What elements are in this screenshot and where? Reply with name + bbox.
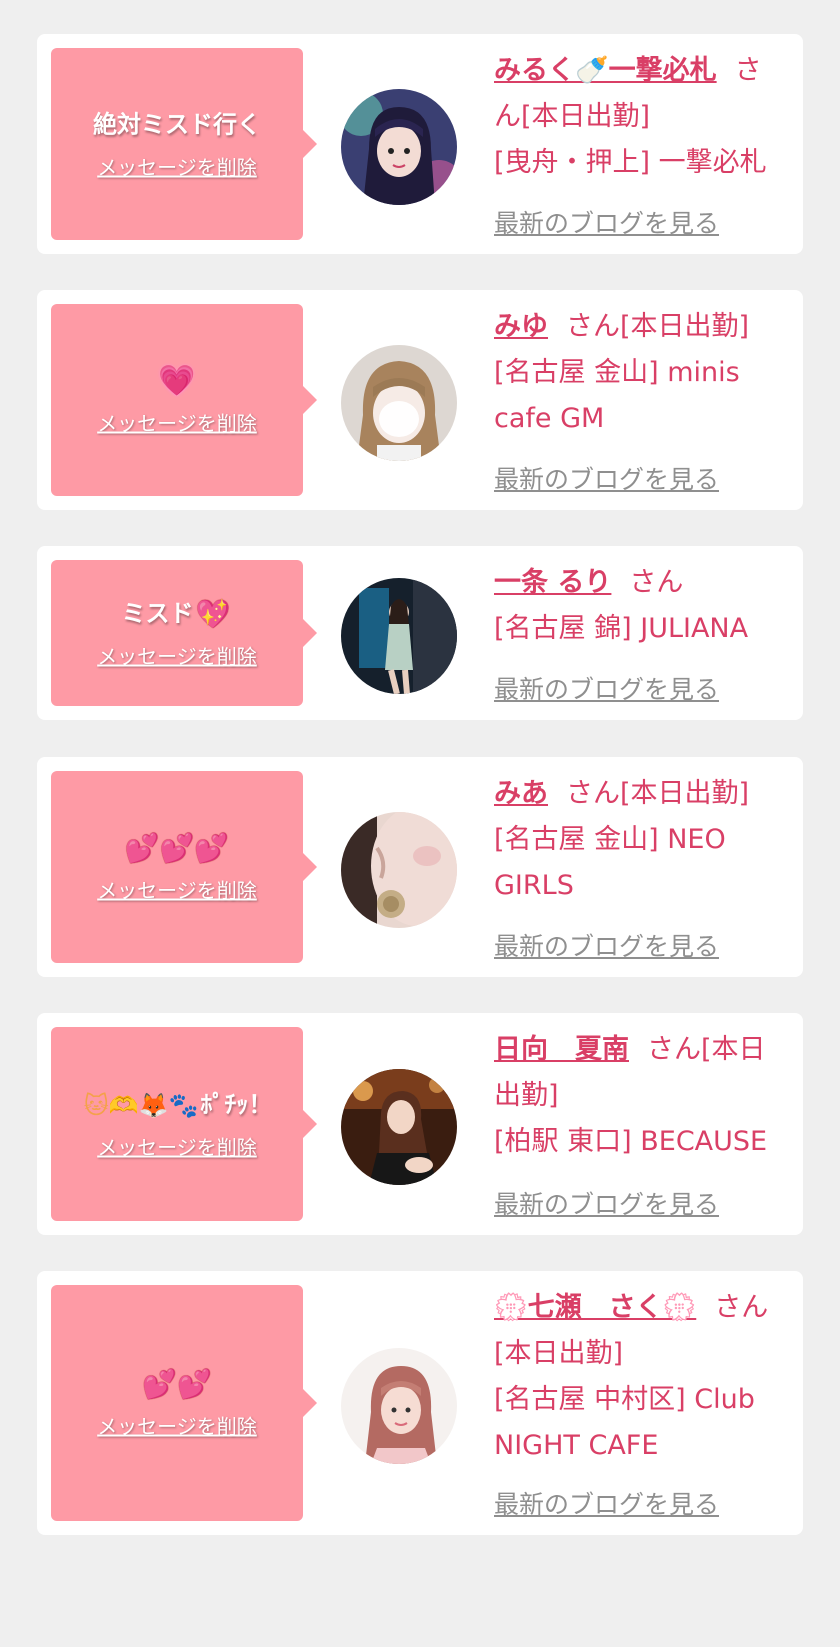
- message-bubble: 💗 メッセージを削除: [51, 304, 317, 496]
- avatar[interactable]: [341, 812, 457, 928]
- shop-name: [名古屋 金山] minis cafe GM: [494, 357, 740, 434]
- favorite-card: 💗 メッセージを削除 みゆ さん[本日出勤] [名古屋 金山] minis caf…: [37, 290, 803, 510]
- heart-icon: 💖: [195, 597, 231, 631]
- cat-fox-paw-icons: 🐱🫶🦊🐾: [83, 1091, 199, 1120]
- message-bubble: 💕💕 メッセージを削除: [51, 1285, 317, 1521]
- hearts-icon: 💕💕💕: [124, 831, 230, 865]
- latest-blog-link[interactable]: 最新のブログを見る: [494, 1485, 719, 1521]
- cast-name-link[interactable]: みゆ: [494, 311, 548, 342]
- cast-status: さん[本日出勤]: [566, 778, 750, 809]
- message-text: ミスド: [121, 599, 194, 628]
- cast-name-link[interactable]: 💮七瀬 さく💮: [494, 1292, 696, 1323]
- avatar[interactable]: [341, 1348, 457, 1464]
- avatar[interactable]: [341, 345, 457, 461]
- cast-info: みあ さん[本日出勤] [名古屋 金山] NEO GIRLS: [494, 771, 785, 909]
- message-bubble: 💕💕💕 メッセージを削除: [51, 771, 317, 963]
- cast-info: みるく🍼一撃必札 さん[本日出勤] [曳舟・押上] 一撃必札: [494, 48, 785, 186]
- message-bubble: 絶対ミスド行く メッセージを削除: [51, 48, 317, 240]
- delete-message-link[interactable]: メッセージを削除: [97, 1132, 257, 1161]
- cast-name-link[interactable]: みあ: [494, 778, 548, 809]
- avatar[interactable]: [341, 89, 457, 205]
- message-text: 絶対ミスド行く: [93, 110, 261, 139]
- cast-info: 一条 るり さん [名古屋 錦] JULIANA: [494, 560, 785, 652]
- shop-name: [名古屋 金山] NEO GIRLS: [494, 824, 726, 901]
- latest-blog-link[interactable]: 最新のブログを見る: [494, 204, 719, 240]
- delete-message-link[interactable]: メッセージを削除: [97, 408, 257, 437]
- favorite-card: 💕💕 メッセージを削除 💮七瀬 さく💮 さん[本日出勤] [名古屋 中村区] Cl…: [37, 1271, 803, 1535]
- latest-blog-link[interactable]: 最新のブログを見る: [494, 460, 719, 496]
- cast-info: 💮七瀬 さく💮 さん[本日出勤] [名古屋 中村区] Club NIGHT CAF…: [494, 1285, 785, 1469]
- favorite-card: ミスド💖 メッセージを削除 一条 るり さん [名古屋 錦] JULIANA 最新…: [37, 546, 803, 720]
- hearts-icon: 💕💕: [142, 1367, 212, 1401]
- shop-name: [名古屋 錦] JULIANA: [494, 613, 749, 644]
- avatar[interactable]: [341, 1069, 457, 1185]
- message-text: ﾎﾟﾁｯ！: [200, 1090, 273, 1119]
- cast-name-link[interactable]: 日向 夏南: [494, 1034, 629, 1065]
- cast-name-link[interactable]: 一条 るり: [494, 567, 611, 598]
- message-bubble: ミスド💖 メッセージを削除: [51, 560, 317, 706]
- latest-blog-link[interactable]: 最新のブログを見る: [494, 670, 719, 706]
- shop-name: [名古屋 中村区] Club NIGHT CAFE: [494, 1384, 755, 1461]
- avatar[interactable]: [341, 578, 457, 694]
- cast-status: さん: [629, 567, 684, 598]
- cast-info: みゆ さん[本日出勤] [名古屋 金山] minis cafe GM: [494, 304, 785, 442]
- latest-blog-link[interactable]: 最新のブログを見る: [494, 1185, 719, 1221]
- delete-message-link[interactable]: メッセージを削除: [97, 1411, 257, 1440]
- favorites-list: 絶対ミスド行く メッセージを削除 みるく🍼一撃必札 さん[本日出勤] [曳舟・押上…: [0, 0, 840, 1647]
- latest-blog-link[interactable]: 最新のブログを見る: [494, 927, 719, 963]
- heart-icon: 💗: [158, 363, 196, 399]
- favorite-card: 絶対ミスド行く メッセージを削除 みるく🍼一撃必札 さん[本日出勤] [曳舟・押上…: [37, 34, 803, 254]
- delete-message-link[interactable]: メッセージを削除: [97, 152, 257, 181]
- cast-status: さん[本日出勤]: [566, 311, 750, 342]
- favorite-card: 🐱🫶🦊🐾ﾎﾟﾁｯ！ メッセージを削除 日向 夏南 さん[本日出勤] [柏駅 東口]…: [37, 1013, 803, 1235]
- favorite-card: 💕💕💕 メッセージを削除 みあ さん[本日出勤] [名古屋 金山] NEO GIR…: [37, 757, 803, 977]
- cast-info: 日向 夏南 さん[本日出勤] [柏駅 東口] BECAUSE: [494, 1027, 785, 1165]
- shop-name: [曳舟・押上] 一撃必札: [494, 147, 767, 178]
- message-bubble: 🐱🫶🦊🐾ﾎﾟﾁｯ！ メッセージを削除: [51, 1027, 317, 1221]
- cast-name-link[interactable]: みるく🍼一撃必札: [494, 55, 717, 86]
- shop-name: [柏駅 東口] BECAUSE: [494, 1126, 768, 1157]
- delete-message-link[interactable]: メッセージを削除: [97, 875, 257, 904]
- delete-message-link[interactable]: メッセージを削除: [97, 641, 257, 670]
